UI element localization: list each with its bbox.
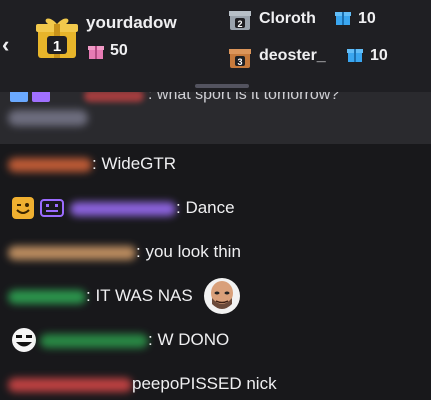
blue-gift-icon	[335, 12, 351, 25]
bronze-gift-rank-3-icon: 3	[229, 49, 251, 68]
gold-gift-rank-1-icon: 1	[36, 18, 78, 58]
blurred-username[interactable]	[8, 290, 86, 304]
rank-1-label: 1	[53, 38, 61, 55]
chat-message-text: : W DONO	[148, 330, 230, 349]
gifter-count-deoster: 10	[370, 47, 388, 64]
chat-badges-icon	[10, 92, 50, 102]
bald-man-emote-icon	[204, 278, 240, 314]
pink-gift-icon	[88, 46, 104, 59]
back-chevron-icon[interactable]: ‹	[2, 34, 9, 56]
rank-3-label: 3	[237, 57, 242, 67]
wink-emote-icon	[12, 197, 34, 219]
chat-message: : Dance	[0, 194, 431, 224]
blurred-username[interactable]	[70, 202, 176, 216]
purple-badge-icon	[40, 199, 64, 217]
chat-message-text: : Dance	[176, 198, 235, 217]
blurred-username[interactable]	[40, 334, 148, 348]
blurred-username[interactable]	[8, 378, 132, 392]
chat-message: : IT WAS NAS	[0, 278, 431, 314]
pinned-badges	[10, 92, 54, 109]
top-gifter-name[interactable]: yourdadow	[86, 13, 177, 33]
grin-emote-icon	[12, 328, 36, 352]
pinned-message-text: : what sport is it tomorrow?	[148, 92, 340, 103]
chat-message: peepoPISSED nick	[0, 370, 431, 400]
chat-message-text: peepoPISSED nick	[132, 374, 277, 393]
chat-message: : WideGTR	[0, 150, 431, 180]
blurred-username[interactable]	[84, 92, 144, 102]
silver-gift-rank-2-icon: 2	[229, 11, 251, 30]
drag-handle[interactable]	[195, 84, 249, 88]
top-gifter-count: 50	[110, 42, 128, 59]
rank-2-label: 2	[237, 19, 242, 29]
chat-message: : W DONO	[0, 326, 431, 356]
gifter-name-deoster[interactable]: deoster_	[259, 47, 326, 65]
chat-message: : you look thin	[0, 238, 431, 268]
chat-message-text: : you look thin	[136, 242, 241, 261]
pinned-message[interactable]: : what sport is it tomorrow?	[0, 92, 431, 144]
gifter-name-cloroth[interactable]: Cloroth	[259, 10, 316, 28]
chat-message-text: : WideGTR	[92, 154, 177, 173]
blue-gift-icon	[347, 49, 363, 62]
gift-leaderboard-header: ‹ 1 yourdadow 50 2 Cloroth 10 3 deoster_	[0, 0, 431, 92]
blurred-username[interactable]	[8, 246, 136, 260]
blurred-username[interactable]	[8, 158, 92, 172]
chat-message-text: : IT WAS NAS	[86, 286, 193, 305]
gifter-count-cloroth: 10	[358, 10, 376, 27]
blurred-mention	[8, 110, 88, 126]
